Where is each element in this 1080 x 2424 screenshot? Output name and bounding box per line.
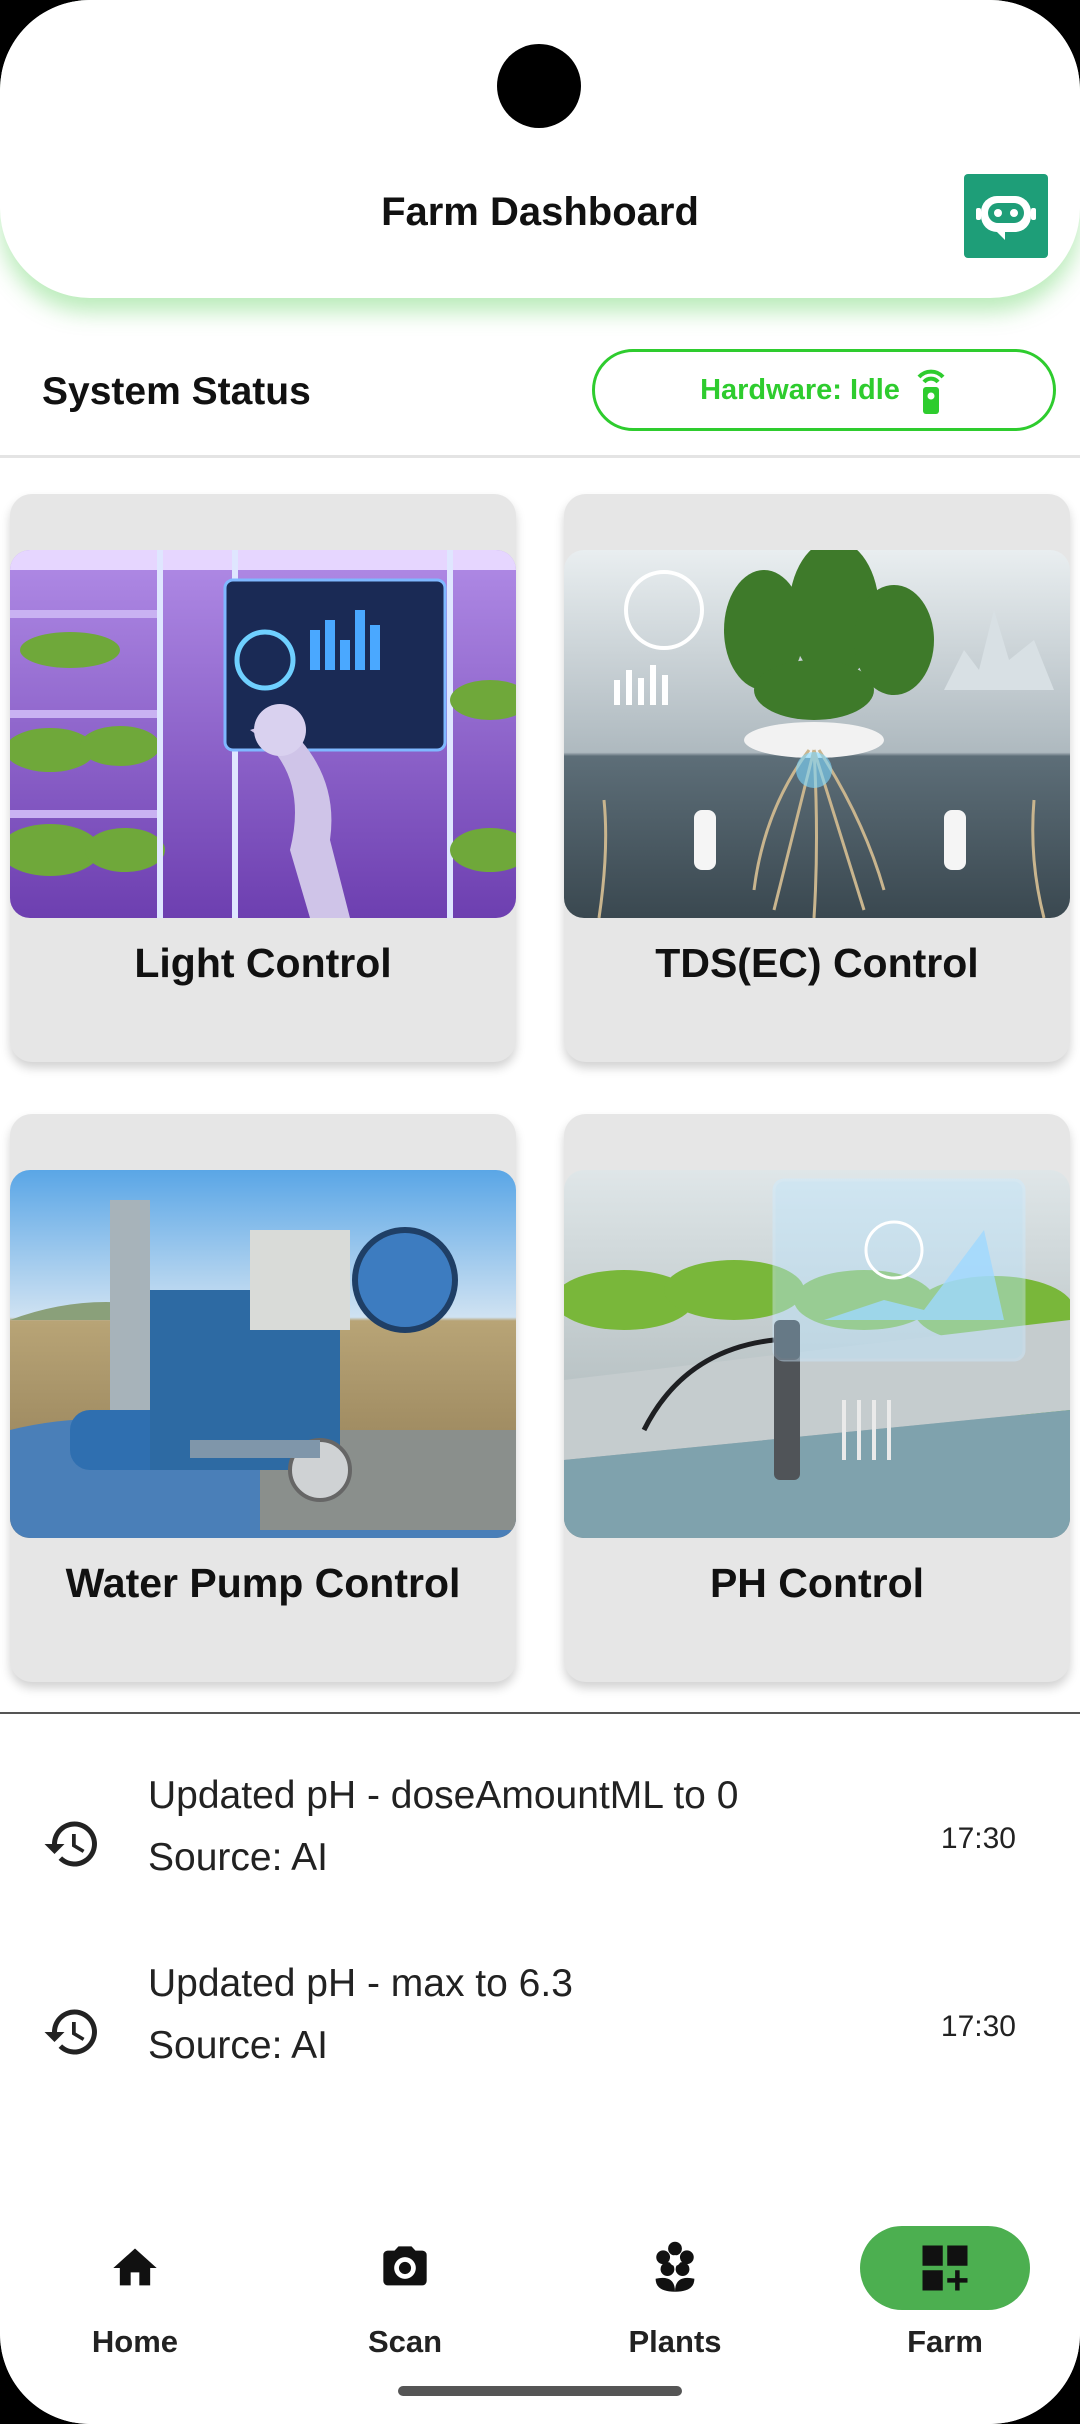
camera-icon (383, 2246, 427, 2286)
nav-label: Scan (367, 2324, 443, 2359)
nav-plants[interactable]: Plants (575, 2226, 775, 2376)
nav-label: Farm (907, 2324, 983, 2359)
ph-control-image (564, 1170, 1070, 1538)
home-icon (113, 2248, 157, 2286)
remote-signal-icon (917, 369, 945, 414)
hardware-status-text: Hardware: Idle (700, 373, 900, 406)
assistant-button[interactable] (964, 174, 1048, 258)
log-source: Source: AI (148, 1836, 328, 1879)
system-status-label: System Status (42, 370, 311, 413)
chatbot-icon (976, 196, 1036, 240)
nav-scan[interactable]: Scan (305, 2226, 505, 2376)
card-tds-ec-control[interactable]: TDS(EC) Control (564, 494, 1070, 1062)
log-text: Updated pH - doseAmountML to 0 (148, 1774, 739, 1817)
list-divider (0, 1712, 1080, 1714)
log-time: 17:30 (940, 2010, 1016, 2043)
page-title: Farm Dashboard (381, 190, 699, 234)
card-label: TDS(EC) Control (655, 940, 979, 986)
app-header: Farm Dashboard (0, 0, 1080, 298)
nav-farm[interactable]: Farm (845, 2226, 1045, 2376)
card-ph-control[interactable]: PH Control (564, 1114, 1070, 1682)
app-screen: Farm Dashboard System Status Hardware: I… (0, 0, 1080, 2424)
card-label: PH Control (709, 1560, 925, 1606)
front-camera-cutout (497, 44, 581, 128)
card-label: Light Control (134, 940, 392, 986)
dashboard-add-icon (922, 2245, 968, 2291)
card-label: Water Pump Control (65, 1560, 461, 1606)
history-icon (44, 1821, 97, 1867)
history-icon (44, 2009, 97, 2055)
list-item[interactable]: Updated pH - doseAmountML to 0 Source: A… (0, 1764, 1080, 1914)
gesture-home-bar[interactable] (398, 2386, 682, 2396)
tds-ec-control-image (564, 550, 1070, 918)
flower-icon (655, 2241, 695, 2292)
log-text: Updated pH - max to 6.3 (148, 1962, 573, 2005)
nav-home[interactable]: Home (35, 2226, 235, 2376)
list-item[interactable]: Updated pH - max to 6.3 Source: AI 17:30 (0, 1952, 1080, 2102)
log-source: Source: AI (148, 2024, 328, 2067)
nav-label: Home (91, 2324, 179, 2359)
water-pump-control-image (10, 1170, 516, 1538)
nav-label: Plants (628, 2324, 722, 2359)
card-water-pump-control[interactable]: Water Pump Control (10, 1114, 516, 1682)
log-time: 17:30 (940, 1822, 1016, 1855)
activity-log[interactable]: Updated pH - doseAmountML to 0 Source: A… (0, 1734, 1080, 2194)
light-control-image (10, 550, 516, 918)
hardware-status-badge[interactable]: Hardware: Idle (592, 349, 1056, 431)
card-light-control[interactable]: Light Control (10, 494, 516, 1062)
status-divider (0, 455, 1080, 458)
